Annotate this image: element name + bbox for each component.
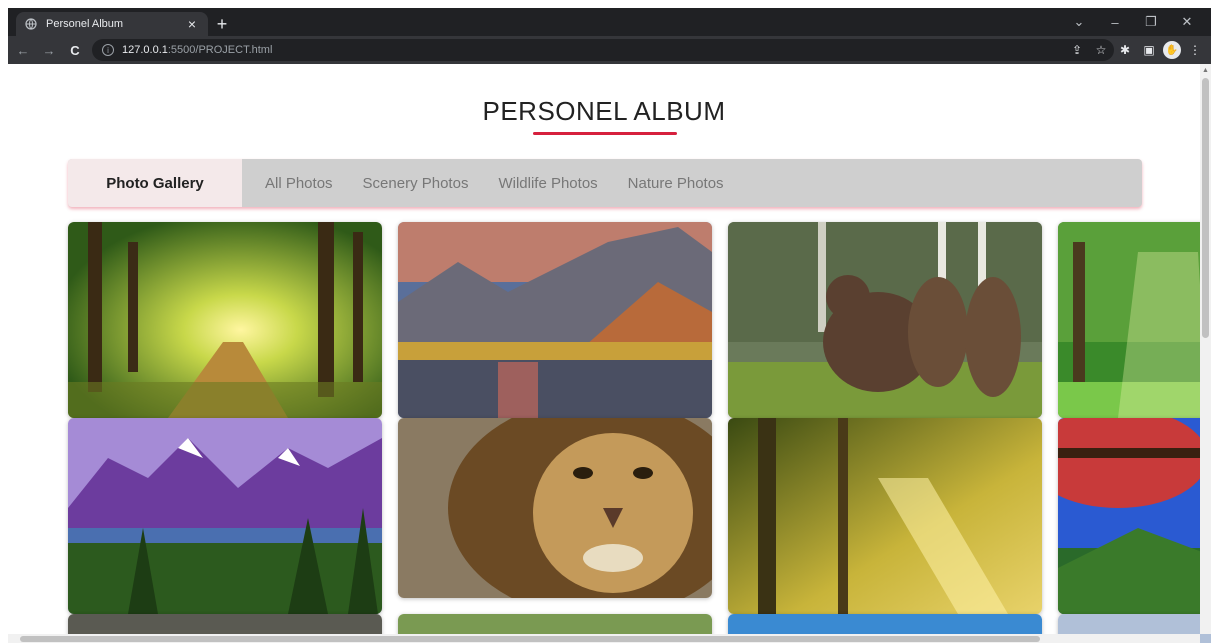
window-controls: ⌄ – ❐ ✕ [1061,8,1205,36]
globe-icon [24,17,38,31]
url-host: 127.0.0.1 [122,44,168,56]
horizontal-scroll-thumb[interactable] [20,636,1040,642]
browser-tab[interactable]: Personel Album × [16,12,208,36]
photo-gallery [68,222,1211,643]
photo-autumn-tree[interactable] [1058,418,1211,614]
photo-green-sunrays[interactable] [1058,222,1211,418]
restore-button[interactable]: ❐ [1133,8,1169,36]
profile-avatar[interactable]: ✋ [1163,41,1181,59]
title-underline [533,132,677,135]
tab-title: Personel Album [46,18,124,30]
photo-forest-path[interactable] [68,222,382,418]
back-button[interactable]: ← [12,39,34,61]
photo-purple-mountains[interactable] [68,418,382,614]
vertical-scrollbar[interactable]: ▲ [1200,64,1211,634]
address-bar[interactable]: i 127.0.0.1:5500/PROJECT.html [92,39,1114,61]
photo-golden-forest[interactable] [728,418,1042,614]
side-panel-icon[interactable]: ▣ [1139,40,1159,60]
browser-toolbar: ← → C i 127.0.0.1:5500/PROJECT.html ⇪ ☆ … [8,36,1211,64]
nav-link-wildlife-photos[interactable]: Wildlife Photos [491,175,604,192]
nav-link-nature-photos[interactable]: Nature Photos [621,175,731,192]
url-path: :5500/PROJECT.html [167,44,273,56]
new-tab-button[interactable]: + [212,14,232,34]
nav-link-scenery-photos[interactable]: Scenery Photos [356,175,476,192]
scroll-up-arrow-icon[interactable]: ▲ [1200,64,1211,76]
tab-strip: Personel Album × + ⌄ – ❐ ✕ [8,8,1211,36]
nav-link-all-photos[interactable]: All Photos [258,175,340,192]
close-window-button[interactable]: ✕ [1169,8,1205,36]
photo-lion[interactable] [398,418,712,598]
bookmark-star-icon[interactable]: ☆ [1091,40,1111,60]
page-viewport: PERSONEL ALBUM Photo Gallery All Photos … [8,64,1211,643]
forward-button[interactable]: → [38,39,60,61]
page-title: PERSONEL ALBUM [482,96,726,126]
horizontal-scrollbar[interactable] [8,634,1200,643]
tab-search-chevron-icon[interactable]: ⌄ [1061,8,1097,36]
tab-close-icon[interactable]: × [184,16,200,32]
navbar-brand[interactable]: Photo Gallery [68,159,242,207]
vertical-scroll-thumb[interactable] [1202,78,1209,338]
minimize-button[interactable]: – [1097,8,1133,36]
toolbar-actions: ⇪ ☆ ✱ ▣ ✋ ⋮ [1067,39,1205,61]
photo-mountain-lake[interactable] [398,222,712,418]
reload-button[interactable]: C [64,39,86,61]
photo-bears[interactable] [728,222,1042,418]
gallery-navbar: Photo Gallery All Photos Scenery Photos … [68,159,1142,207]
site-info-icon[interactable]: i [102,44,114,56]
menu-icon[interactable]: ⋮ [1185,40,1205,60]
share-icon[interactable]: ⇪ [1067,40,1087,60]
browser-window: Personel Album × + ⌄ – ❐ ✕ ← → C i 127.0… [0,0,1211,643]
extensions-icon[interactable]: ✱ [1115,40,1135,60]
